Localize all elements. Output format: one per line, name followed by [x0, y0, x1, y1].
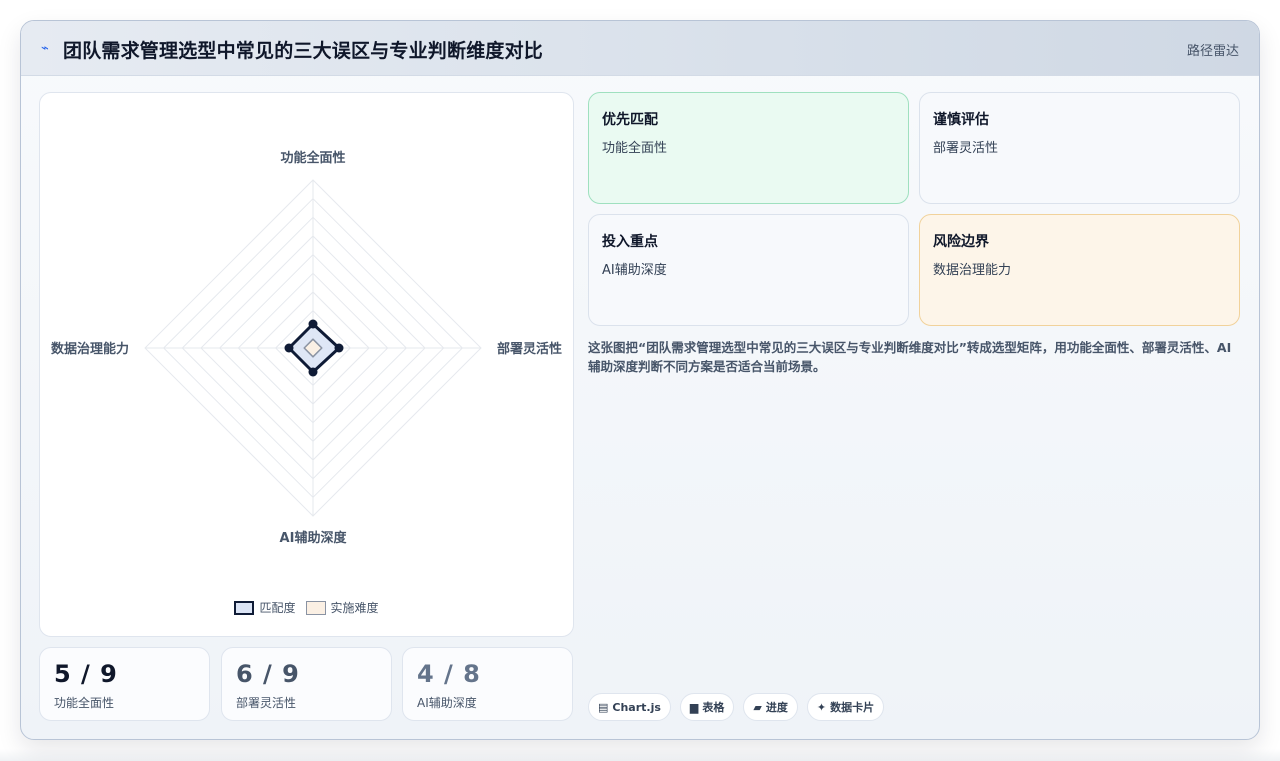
legend-label-difficulty: 实施难度 [330, 601, 379, 615]
chart-type-tag: 路径雷达 [1186, 44, 1239, 59]
card-header: ⌁ 团队需求管理选型中常见的三大误区与专业判断维度对比 路径雷达 [21, 21, 1259, 76]
stat-value: 5 / 9 [54, 660, 118, 688]
table-icon: ▆ [689, 700, 699, 714]
chart-legend: 匹配度 实施难度 [40, 599, 573, 616]
chart-card: ⌁ 团队需求管理选型中常见的三大误区与专业判断维度对比 路径雷达 功能全面性部署… [20, 20, 1260, 740]
tech-chips: ▤ Chart.js ▆ 表格 ▰ 进度 ✦ 数据卡片 [588, 693, 885, 721]
card-subtitle: AI辅助深度 [602, 263, 667, 278]
card-title: 优先匹配 [602, 112, 658, 128]
card-careful-eval: 谨慎评估 部署灵活性 [919, 92, 1240, 204]
radar-point [334, 343, 344, 353]
legend-swatch-difficulty [305, 600, 326, 615]
radar-chart: 功能全面性部署灵活性 AI辅助深度 数据治理能力 [51, 150, 562, 546]
radar-axis-label: 数据治理能力 [51, 341, 129, 357]
card-subtitle: 部署灵活性 [933, 141, 999, 156]
radar-point [284, 343, 294, 353]
radar-axis-label: 部署灵活性 [497, 341, 562, 357]
page-bottom-shade [0, 749, 1280, 761]
card-priority-match: 优先匹配 功能全面性 [588, 92, 909, 204]
card-title: 谨慎评估 [933, 112, 989, 128]
chip-label: Chart.js [612, 700, 661, 714]
chip-progress[interactable]: ▰ 进度 [743, 693, 798, 721]
radar-point [308, 367, 318, 377]
chip-label: 进度 [765, 701, 788, 714]
card-subtitle: 功能全面性 [602, 141, 668, 156]
card-title: 风险边界 [933, 234, 989, 250]
radar-axis-label: 功能全面性 [280, 150, 345, 166]
chart-icon: ▤ [598, 700, 609, 714]
legend-swatch-match [234, 600, 255, 615]
stat-card-deployment: 6 / 9 部署灵活性 [221, 647, 392, 721]
card-investment-focus: 投入重点 AI辅助深度 [588, 214, 909, 326]
stat-card-ai: 4 / 8 AI辅助深度 [402, 647, 573, 721]
stat-card-function: 5 / 9 功能全面性 [39, 647, 210, 721]
radar-point [308, 319, 318, 329]
legend-label-match: 匹配度 [259, 601, 296, 615]
stat-value: 4 / 8 [417, 660, 481, 688]
sparkle-icon: ✦ [816, 700, 827, 714]
radar-axis-label: AI辅助深度 [280, 530, 348, 546]
stat-label: AI辅助深度 [417, 696, 477, 710]
legend-item-match[interactable]: 匹配度 [234, 599, 296, 616]
card-subtitle: 数据治理能力 [933, 263, 1012, 278]
chart-description: 这张图把“团队需求管理选型中常见的三大误区与专业判断维度对比”转成选型矩阵，用功… [588, 340, 1232, 374]
stat-label: 部署灵活性 [236, 696, 297, 710]
chip-table[interactable]: ▆ 表格 [679, 693, 735, 721]
radar-chart-panel: 功能全面性部署灵活性 AI辅助深度 数据治理能力 匹配度 实施难度 [39, 92, 574, 637]
stat-value: 6 / 9 [236, 660, 300, 688]
chip-data-cards[interactable]: ✦ 数据卡片 [806, 693, 885, 721]
legend-item-difficulty[interactable]: 实施难度 [305, 599, 379, 616]
chip-label: 表格 [702, 701, 725, 714]
progress-icon: ▰ [753, 700, 762, 714]
card-risk-boundary: 风险边界 数据治理能力 [919, 214, 1240, 326]
chip-label: 数据卡片 [830, 701, 875, 714]
stat-label: 功能全面性 [54, 696, 115, 710]
card-title: 投入重点 [602, 234, 658, 250]
chip-chartjs[interactable]: ▤ Chart.js [588, 693, 671, 721]
spark-icon: ⌁ [41, 41, 49, 56]
page-title: 团队需求管理选型中常见的三大误区与专业判断维度对比 [63, 40, 544, 62]
